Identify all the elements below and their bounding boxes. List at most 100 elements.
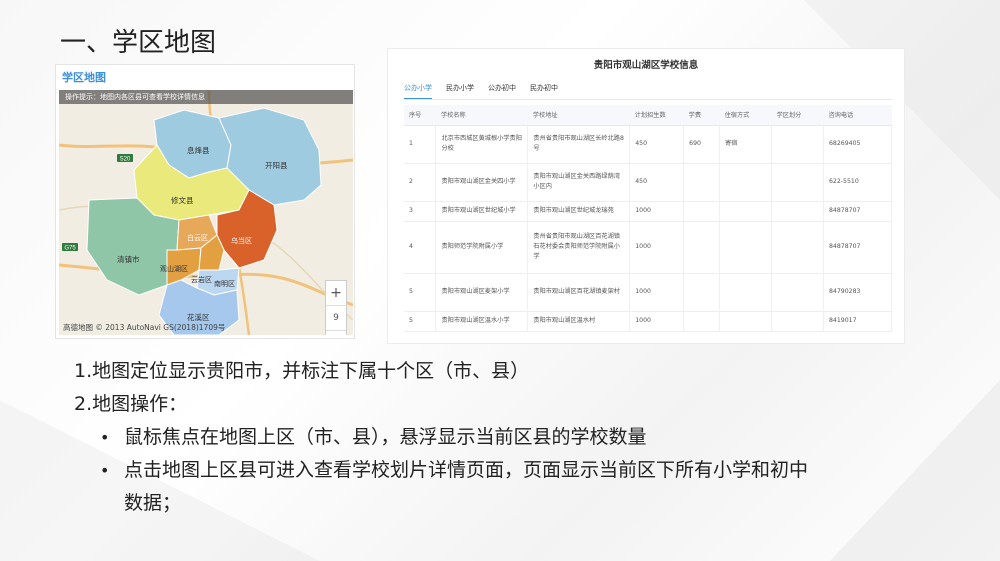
table-row[interactable]: 1 北京市西城区黄城根小学贵阳分校 贵州省贵阳市观山湖区长岭北路8号 450 6… <box>404 125 893 164</box>
cell-phone: 84878707 <box>823 201 893 222</box>
cell-address: 贵阳市观山湖区百花湖镇麦架村 <box>527 273 631 312</box>
school-info-panel: 贵阳市观山湖区学校信息 公办小学 民办小学 公办初中 民办初中 序号 学校名称 … <box>387 48 905 344</box>
cell-enrollment: 1000 <box>629 201 685 222</box>
cell-address: 贵阳市观山湖区温水村 <box>527 311 631 332</box>
cell-index: 2 <box>404 163 437 202</box>
road-label: S20 <box>120 157 131 163</box>
cell-tuition <box>683 221 721 274</box>
description-item: 2.地图操作： <box>74 393 188 415</box>
cell-index: 5 <box>404 311 437 332</box>
cell-school-name: 贵阳市观山湖区温水小学 <box>435 311 529 332</box>
cell-phone: 8419017 <box>823 311 893 332</box>
school-table: 序号 学校名称 学校地址 计划招生数 学费 住宿方式 学区划分 咨询电话 1 北… <box>404 105 893 332</box>
cell-school-name: 贵阳市观山湖区金关四小学 <box>435 163 529 202</box>
description-bullet: • 鼠标焦点在地图上区（市、县），悬浮显示当前区县的学校数量 <box>74 421 934 454</box>
feature-description: 1.地图定位显示贵阳市，并标注下属十个区（市、县） 2.地图操作： • 鼠标焦点… <box>74 355 934 520</box>
table-header-row: 序号 学校名称 学校地址 计划招生数 学费 住宿方式 学区划分 咨询电话 <box>404 105 892 126</box>
table-row[interactable]: 2 贵阳市观山湖区金关四小学 贵阳市观山湖区金关西路绿荫湾小区内 450 622… <box>404 163 893 202</box>
district-label: 云岩区 <box>191 275 212 284</box>
cell-index: 4 <box>404 221 437 274</box>
cell-phone: 68269405 <box>823 125 893 164</box>
map-panel-title: 学区地图 <box>62 71 106 84</box>
cell-boarding <box>719 201 773 222</box>
cell-tuition: 690 <box>683 125 721 164</box>
district-label: 息烽县 <box>187 145 210 155</box>
cell-tuition <box>683 311 721 332</box>
tab-private-middle[interactable]: 民办初中 <box>530 83 558 99</box>
column-header: 咨询电话 <box>823 105 892 126</box>
road-label: G75 <box>64 246 76 252</box>
cell-school-name: 贵阳市观山湖区世纪城小学 <box>435 201 529 222</box>
slide-title: 一、学区地图 <box>60 28 217 58</box>
cell-boarding: 寄宿 <box>719 125 773 164</box>
zoom-out-button[interactable]: — <box>326 331 346 335</box>
cell-index: 5 <box>404 273 437 312</box>
cell-phone: 622-5510 <box>823 163 893 202</box>
district-label: 花溪区 <box>187 312 210 322</box>
column-header: 学校地址 <box>527 105 630 126</box>
district-label: 白云区 <box>187 233 208 242</box>
cell-address: 贵州省贵阳市观山湖区百花湖镇石花村委会贵阳师范学院附属小学 <box>527 221 631 274</box>
description-bullet: • 点击地图上区县可进入查看学校划片详情页面，页面显示当前区下所有小学和初中 <box>74 454 934 487</box>
cell-district <box>771 163 824 202</box>
district-label: 观山湖区 <box>160 264 188 273</box>
column-header: 住宿方式 <box>719 105 772 126</box>
bullet-text: 点击地图上区县可进入查看学校划片详情页面，页面显示当前区下所有小学和初中 <box>124 459 809 481</box>
cell-enrollment: 1000 <box>629 311 685 332</box>
cell-address: 贵阳市观山湖区世纪城龙瑞苑 <box>527 201 631 222</box>
cell-address: 贵阳市观山湖区金关西路绿荫湾小区内 <box>527 163 631 202</box>
zoom-level: 9 <box>326 306 346 331</box>
school-district-map-panel: 学区地图 S20 G75 息烽县 开阳县 修文县 白云区 乌当区 清镇市 观山湖… <box>55 64 355 339</box>
cell-index: 3 <box>404 201 437 222</box>
map-hint: 操作提示：地图内各区县可查看学校详情信息 <box>59 90 353 104</box>
cell-boarding <box>719 221 773 274</box>
school-type-tabs: 公办小学 民办小学 公办初中 民办初中 <box>404 83 572 99</box>
map-area[interactable]: S20 G75 息烽县 开阳县 修文县 白云区 乌当区 清镇市 观山湖区 云岩区… <box>59 90 353 335</box>
cell-tuition <box>683 163 721 202</box>
cell-enrollment: 450 <box>629 125 685 164</box>
cell-district <box>771 125 824 164</box>
map-canvas: S20 G75 息烽县 开阳县 修文县 白云区 乌当区 清镇市 观山湖区 云岩区… <box>59 90 353 335</box>
cell-phone: 84790283 <box>823 273 893 312</box>
table-row[interactable]: 4 贵阳师范学院附属小学 贵州省贵阳市观山湖区百花湖镇石花村委会贵阳师范学院附属… <box>404 221 893 274</box>
table-row[interactable]: 5 贵阳市观山湖区温水小学 贵阳市观山湖区温水村 1000 8419017 <box>404 311 893 332</box>
cell-district <box>771 273 824 312</box>
tab-public-primary[interactable]: 公办小学 <box>404 83 432 99</box>
tabs-divider <box>404 99 892 100</box>
cell-phone: 84878707 <box>823 221 893 274</box>
cell-enrollment: 450 <box>629 163 685 202</box>
cell-school-name: 北京市西城区黄城根小学贵阳分校 <box>435 125 529 164</box>
cell-boarding <box>719 163 773 202</box>
cell-enrollment: 1000 <box>629 221 685 274</box>
district-label: 南明区 <box>214 279 235 288</box>
cell-school-name: 贵阳市观山湖区麦架小学 <box>435 273 529 312</box>
cell-boarding <box>719 273 773 312</box>
bullet-text: 鼠标焦点在地图上区（市、县），悬浮显示当前区县的学校数量 <box>124 426 647 448</box>
bullet-icon: • <box>100 428 110 447</box>
tab-private-primary[interactable]: 民办小学 <box>446 83 474 99</box>
column-header: 序号 <box>404 105 436 126</box>
table-panel-title: 贵阳市观山湖区学校信息 <box>593 60 699 71</box>
district-label: 清镇市 <box>117 254 140 264</box>
column-header: 学费 <box>683 105 720 126</box>
cell-tuition <box>683 201 721 222</box>
tab-public-middle[interactable]: 公办初中 <box>488 83 516 99</box>
map-attribution: 高德地图 © 2013 AutoNavi GS(2018)1709号 <box>63 323 226 332</box>
cell-district <box>771 311 824 332</box>
district-label: 乌当区 <box>231 236 252 245</box>
description-item: 1.地图定位显示贵阳市，并标注下属十个区（市、县） <box>74 360 530 382</box>
cell-index: 1 <box>404 125 437 164</box>
table-row[interactable]: 5 贵阳市观山湖区麦架小学 贵阳市观山湖区百花湖镇麦架村 1000 847902… <box>404 273 893 312</box>
cell-enrollment: 1000 <box>629 273 685 312</box>
cell-boarding <box>719 311 773 332</box>
bullet-icon: • <box>100 461 110 480</box>
column-header: 学区划分 <box>771 105 824 126</box>
column-header: 计划招生数 <box>629 105 684 126</box>
column-header: 学校名称 <box>435 105 528 126</box>
district-label: 开阳县 <box>265 161 288 170</box>
zoom-in-button[interactable]: + <box>326 281 346 306</box>
zoom-control: + 9 — <box>325 280 347 335</box>
table-row[interactable]: 3 贵阳市观山湖区世纪城小学 贵阳市观山湖区世纪城龙瑞苑 1000 848787… <box>404 201 893 222</box>
bullet-text-continuation: 数据； <box>124 492 182 514</box>
cell-school-name: 贵阳师范学院附属小学 <box>435 221 529 274</box>
